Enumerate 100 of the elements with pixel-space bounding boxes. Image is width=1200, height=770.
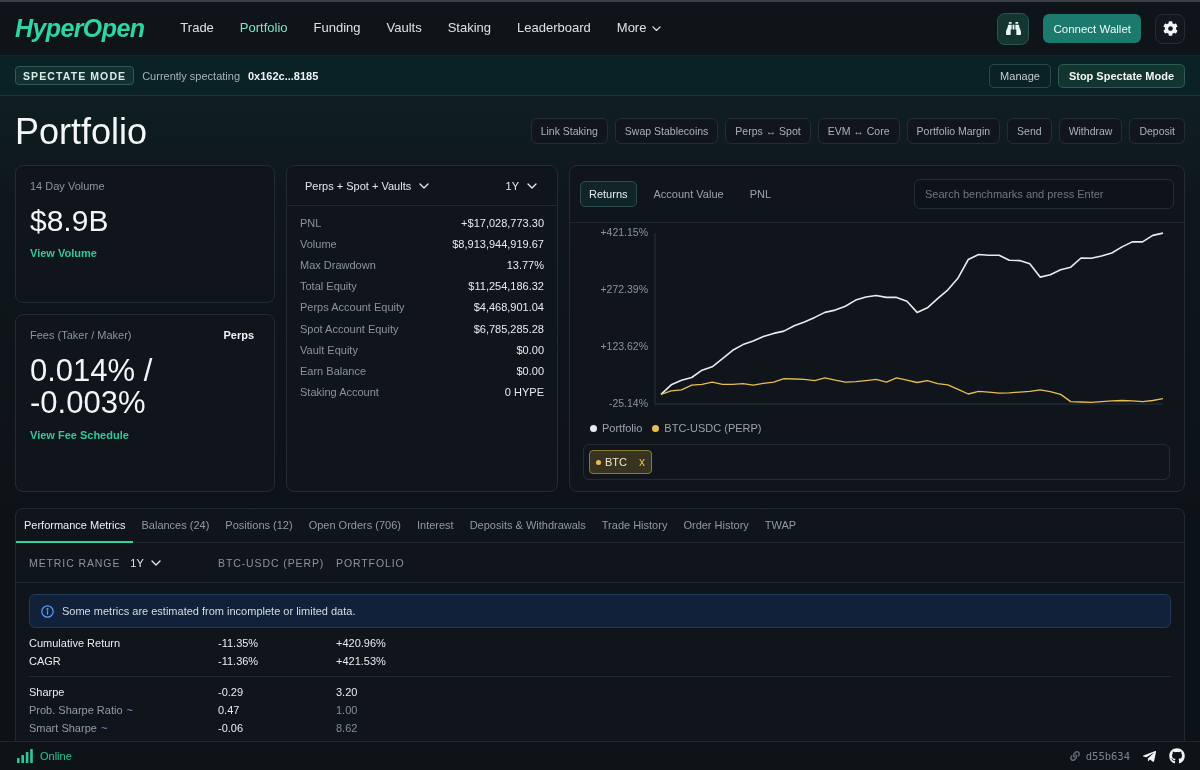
summary-value: $0.00 bbox=[516, 343, 544, 356]
remove-benchmark-button[interactable]: x bbox=[639, 456, 645, 468]
wallet-address: 0x162c...8185 bbox=[248, 69, 319, 82]
page-title: Portfolio bbox=[15, 111, 148, 152]
signal-icon bbox=[17, 749, 33, 763]
mode-badge: SPECTATE MODE bbox=[15, 66, 135, 85]
summary-value: 13.77% bbox=[506, 258, 544, 271]
y-axis-label: +272.39% bbox=[600, 282, 648, 295]
column-header: PORTFOLIO bbox=[336, 556, 406, 569]
connect-wallet-button[interactable]: Connect Wallet bbox=[1043, 14, 1141, 43]
spectating-label: Currently spectating bbox=[142, 69, 240, 82]
link-icon bbox=[1069, 751, 1080, 761]
summary-value: $8,913,944,919.67 bbox=[452, 237, 544, 250]
summary-value: $6,785,285.28 bbox=[473, 322, 544, 335]
panel-tab[interactable]: Interest bbox=[408, 509, 462, 543]
chevron-down-icon bbox=[150, 559, 161, 566]
metric-value: +420.96% bbox=[336, 637, 387, 649]
action-button[interactable]: Swap Stablecoins bbox=[614, 117, 719, 144]
metric-value: -11.36% bbox=[218, 655, 260, 667]
column-header: METRIC RANGE bbox=[29, 556, 121, 569]
range-dropdown[interactable]: 1Y bbox=[505, 179, 537, 192]
benchmark-field[interactable]: BTC x bbox=[583, 444, 1170, 480]
metric-value: 8.62 bbox=[336, 722, 359, 734]
metric-value: -0.06 bbox=[218, 722, 245, 734]
chart-tab[interactable]: PNL bbox=[740, 181, 781, 207]
summary-label: Staking Account bbox=[300, 386, 379, 399]
panel-tab[interactable]: Trade History bbox=[593, 509, 676, 543]
nav-link[interactable]: Trade bbox=[180, 20, 214, 37]
metric-label: Cumulative Return bbox=[29, 637, 122, 649]
scope-dropdown[interactable]: Perps + Spot + Vaults bbox=[305, 179, 430, 192]
panel-tab[interactable]: Open Orders (706) bbox=[300, 509, 409, 543]
legend-label: Portfolio bbox=[602, 422, 643, 434]
info-text: Some metrics are estimated from incomplete or limited data. bbox=[62, 605, 356, 617]
metric-value: -0.29 bbox=[218, 686, 245, 698]
chevron-down-icon bbox=[652, 25, 662, 32]
paper-plane-icon bbox=[1142, 748, 1157, 764]
fee-schedule-link[interactable]: View Fee Schedule bbox=[30, 429, 129, 441]
manage-button[interactable]: Manage bbox=[989, 63, 1051, 88]
panel-tab[interactable]: Positions (12) bbox=[217, 509, 301, 543]
panel-tab[interactable]: TWAP bbox=[756, 509, 805, 543]
range-dropdown[interactable]: 1Y bbox=[130, 556, 161, 569]
y-axis-label: +421.15% bbox=[600, 225, 648, 238]
metric-label: Sharpe bbox=[29, 686, 66, 698]
panel-tab[interactable]: Order History bbox=[675, 509, 757, 543]
panel-tab[interactable]: Performance Metrics bbox=[16, 509, 134, 543]
github-icon bbox=[1169, 748, 1185, 764]
chip-label: BTC bbox=[605, 456, 627, 468]
nav-link[interactable]: Portfolio bbox=[239, 20, 288, 37]
metric-value: 3.20 bbox=[336, 686, 359, 698]
summary-label: Max Drawdown bbox=[300, 258, 376, 271]
benchmark-search-field[interactable]: Search benchmarks and press Enter bbox=[914, 179, 1174, 209]
action-button[interactable]: Link Staking bbox=[530, 117, 608, 144]
action-button[interactable]: Perps ↔ Spot bbox=[725, 117, 811, 144]
binoculars-button[interactable] bbox=[997, 12, 1030, 45]
summary-label: PNL bbox=[300, 216, 322, 229]
chart-tab[interactable]: Returns bbox=[580, 181, 637, 207]
metric-label: Smart Sharpe ~ bbox=[29, 722, 109, 734]
summary-value: $4,468,901.04 bbox=[473, 301, 544, 314]
y-axis-label: +123.62% bbox=[600, 339, 648, 352]
nav-link[interactable]: Leaderboard bbox=[517, 20, 591, 37]
view-volume-link[interactable]: View Volume bbox=[30, 247, 97, 259]
panel-tab[interactable]: Deposits & Withdrawals bbox=[461, 509, 594, 543]
metric-value: 0.47 bbox=[218, 704, 241, 716]
settings-button[interactable] bbox=[1155, 13, 1185, 44]
summary-label: Perps Account Equity bbox=[300, 301, 405, 314]
logo[interactable]: HyperOpen bbox=[15, 14, 145, 43]
settings-icon bbox=[1162, 21, 1178, 36]
summary-value: $0.00 bbox=[516, 364, 544, 377]
y-axis-label: -25.14% bbox=[608, 396, 648, 409]
connection-status: Online bbox=[40, 750, 72, 762]
chevron-down-icon bbox=[527, 182, 537, 189]
summary-value: $11,254,186.32 bbox=[468, 280, 544, 293]
summary-value: +$17,028,773.30 bbox=[461, 216, 544, 229]
build-hash: d55b634 bbox=[1085, 750, 1130, 762]
column-header: BTC-USDC (PERP) bbox=[218, 556, 326, 569]
action-button[interactable]: Send bbox=[1007, 117, 1052, 144]
market-label: Perps bbox=[223, 329, 254, 341]
nav-link[interactable]: Funding bbox=[313, 20, 361, 37]
card-label: 14 Day Volume bbox=[30, 180, 105, 192]
github-link[interactable] bbox=[1169, 748, 1185, 764]
panel-tab[interactable]: Balances (24) bbox=[133, 509, 218, 543]
paper-plane-link[interactable] bbox=[1142, 748, 1157, 764]
action-button[interactable]: Deposit bbox=[1129, 117, 1185, 144]
action-button[interactable]: Portfolio Margin bbox=[906, 117, 1001, 144]
summary-value: 0 HYPE bbox=[504, 386, 544, 399]
summary-label: Earn Balance bbox=[300, 364, 367, 377]
metric-value: -11.35% bbox=[218, 637, 260, 649]
chart-tab[interactable]: Account Value bbox=[644, 181, 733, 207]
info-icon bbox=[41, 604, 54, 618]
metric-value: +421.53% bbox=[336, 655, 387, 667]
legend-label: BTC-USDC (PERP) bbox=[664, 422, 762, 434]
summary-label: Spot Account Equity bbox=[300, 322, 399, 335]
nav-link[interactable]: More bbox=[616, 20, 662, 37]
summary-label: Total Equity bbox=[300, 280, 357, 293]
action-button[interactable]: EVM ↔ Core bbox=[817, 117, 900, 144]
stop-spectate-button[interactable]: Stop Spectate Mode bbox=[1057, 63, 1185, 88]
volume-value: $8.9B bbox=[30, 204, 109, 237]
action-button[interactable]: Withdraw bbox=[1058, 117, 1123, 144]
nav-link[interactable]: Vaults bbox=[386, 20, 422, 37]
nav-link[interactable]: Staking bbox=[447, 20, 492, 37]
